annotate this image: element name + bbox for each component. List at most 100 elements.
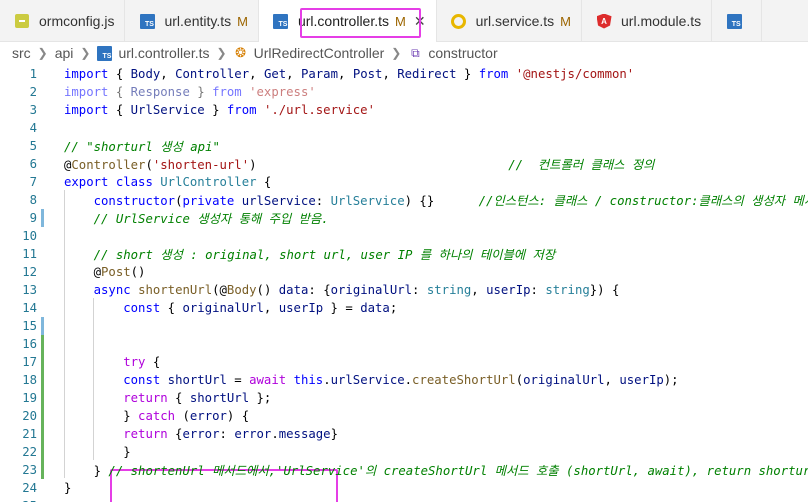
code-line[interactable]: 11 // short 생성 : original, short url, us… — [0, 245, 808, 263]
code-token: UrlService — [130, 103, 205, 117]
breadcrumb-item[interactable]: api — [55, 45, 74, 61]
code-token: }; — [249, 391, 272, 405]
line-number: 5 — [29, 139, 37, 153]
modified-indicator: M — [237, 13, 248, 29]
code-line[interactable]: 3 import { UrlService } from './url.servi… — [0, 101, 808, 119]
code-line[interactable]: 14 const { originalUrl, userIp } = data; — [0, 299, 808, 317]
tab-label: url.entity.ts — [164, 13, 232, 29]
code-line[interactable]: 4 — [0, 119, 808, 137]
line-number: 16 — [22, 337, 37, 351]
tab-url-controller-ts[interactable]: TS url.controller.ts M ✕ — [258, 0, 437, 42]
code-token: originalUrl — [330, 283, 413, 297]
gutter-modified-marker — [41, 317, 44, 335]
code-token: , — [471, 283, 487, 297]
ts-file-icon: TS — [726, 13, 742, 29]
breadcrumb-item[interactable]: url.controller.ts — [118, 45, 209, 61]
code-line[interactable]: 8 constructor(private urlService: UrlSer… — [0, 191, 808, 209]
tab-url-service-ts[interactable]: url.service.ts M — [437, 0, 583, 42]
code-text: // "shorturl 생성 api" — [64, 137, 220, 155]
code-token: () — [130, 265, 146, 279]
code-token: // short 생성 : original, short url, user … — [93, 248, 556, 262]
code-token: message — [278, 427, 331, 441]
code-token: ( — [515, 373, 524, 387]
ts-file-icon: TS — [97, 45, 113, 61]
code-line[interactable]: 5 // "shorturl 생성 api" — [0, 137, 808, 155]
line-number: 6 — [29, 157, 37, 171]
line-number: 15 — [22, 319, 37, 333]
code-line[interactable]: 22 } — [0, 443, 808, 461]
code-line[interactable]: 23 } // shortenUrl 메서드에서,'UrlService'의 c… — [0, 461, 808, 479]
code-line[interactable]: 16 — [0, 335, 808, 353]
code-line[interactable]: 21 return {error: error.message} — [0, 425, 808, 443]
ts-badge: TS — [273, 13, 289, 29]
angular-file-icon: A — [596, 13, 612, 29]
line-number: 9 — [29, 211, 37, 225]
code-line[interactable]: 19 return { shortUrl }; — [0, 389, 808, 407]
code-line[interactable]: 25 — [0, 497, 808, 502]
breadcrumb-item[interactable]: UrlRedirectController — [254, 45, 385, 61]
code-token: : — [530, 283, 546, 297]
close-icon[interactable]: ✕ — [414, 13, 426, 30]
code-token: UrlController — [160, 175, 257, 189]
code-token: Body — [130, 67, 161, 81]
js-file-icon — [14, 13, 30, 29]
code-token: class — [115, 175, 153, 189]
line-number: 18 — [22, 373, 37, 387]
code-token: () — [256, 283, 279, 297]
code-token: { — [160, 301, 183, 315]
code-token: // UrlService 생성자 통해 주입 받음. — [93, 212, 329, 226]
code-token: . — [404, 373, 413, 387]
breadcrumb-item[interactable]: src — [12, 45, 31, 61]
code-token: , — [338, 67, 353, 81]
tab-url-module-ts[interactable]: Aurl.module.ts — [582, 0, 713, 42]
code-editor[interactable]: 1 import { Body, Controller, Get, Param, … — [0, 64, 808, 502]
code-text: } — [64, 481, 71, 495]
code-token: { — [108, 103, 131, 117]
code-token: UrlService — [330, 194, 405, 208]
code-line[interactable]: 12 @Post() — [0, 263, 808, 281]
code-line[interactable]: 10 — [0, 227, 808, 245]
code-line[interactable]: 24} — [0, 479, 808, 497]
code-line[interactable]: 9 // UrlService 생성자 통해 주입 받음. — [0, 209, 808, 227]
code-text: import { UrlService } from './url.servic… — [64, 103, 375, 117]
code-token: , — [604, 373, 620, 387]
code-token: 'shorten-url' — [152, 158, 250, 172]
code-line[interactable]: 2 import { Response } from 'express' — [0, 83, 808, 101]
code-line[interactable]: 13 async shortenUrl(@Body() data: {origi… — [0, 281, 808, 299]
code-line[interactable]: 6 @Controller('shorten-url') // 컨트롤러 클래스 … — [0, 155, 808, 173]
code-token: ) {} — [404, 194, 479, 208]
tab-label: ormconfig.js — [39, 13, 115, 29]
code-token: Post — [101, 265, 131, 279]
code-token: : — [412, 283, 427, 297]
code-line[interactable]: 20 } catch (error) { — [0, 407, 808, 425]
code-text: } — [64, 445, 130, 459]
ts-badge: TS — [726, 13, 742, 29]
line-number: 1 — [29, 67, 37, 81]
code-token: { — [108, 67, 131, 81]
code-token: from — [226, 103, 257, 117]
code-token: data — [278, 283, 309, 297]
code-token: , — [286, 67, 301, 81]
code-token: shortenUrl — [138, 283, 213, 297]
code-token: originalUrl — [182, 301, 264, 315]
code-line[interactable]: 1 import { Body, Controller, Get, Param, … — [0, 65, 808, 83]
tab-ormconfig-js[interactable]: ormconfig.js — [0, 0, 126, 42]
tab-overflow[interactable]: TS — [712, 0, 763, 42]
gutter-modified-marker — [41, 209, 44, 227]
code-token: ( — [175, 409, 190, 423]
code-line[interactable]: 18 const shortUrl = await this.urlServic… — [0, 371, 808, 389]
code-text: import { Response } from 'express' — [64, 85, 316, 99]
code-text: const shortUrl = await this.urlService.c… — [64, 373, 678, 387]
code-token: @ — [64, 265, 102, 279]
code-line[interactable]: 17 try { — [0, 353, 808, 371]
code-token: './url.service' — [263, 103, 375, 117]
ts-file-icon: TS — [273, 13, 289, 29]
code-line[interactable]: 15 — [0, 317, 808, 335]
tab-url-entity-ts[interactable]: TS url.entity.ts M — [125, 0, 259, 42]
code-line[interactable]: 7 export class UrlController { — [0, 173, 808, 191]
code-text: return {error: error.message} — [64, 427, 338, 441]
breadcrumb-item[interactable]: constructor — [428, 45, 497, 61]
code-token: : — [315, 194, 331, 208]
